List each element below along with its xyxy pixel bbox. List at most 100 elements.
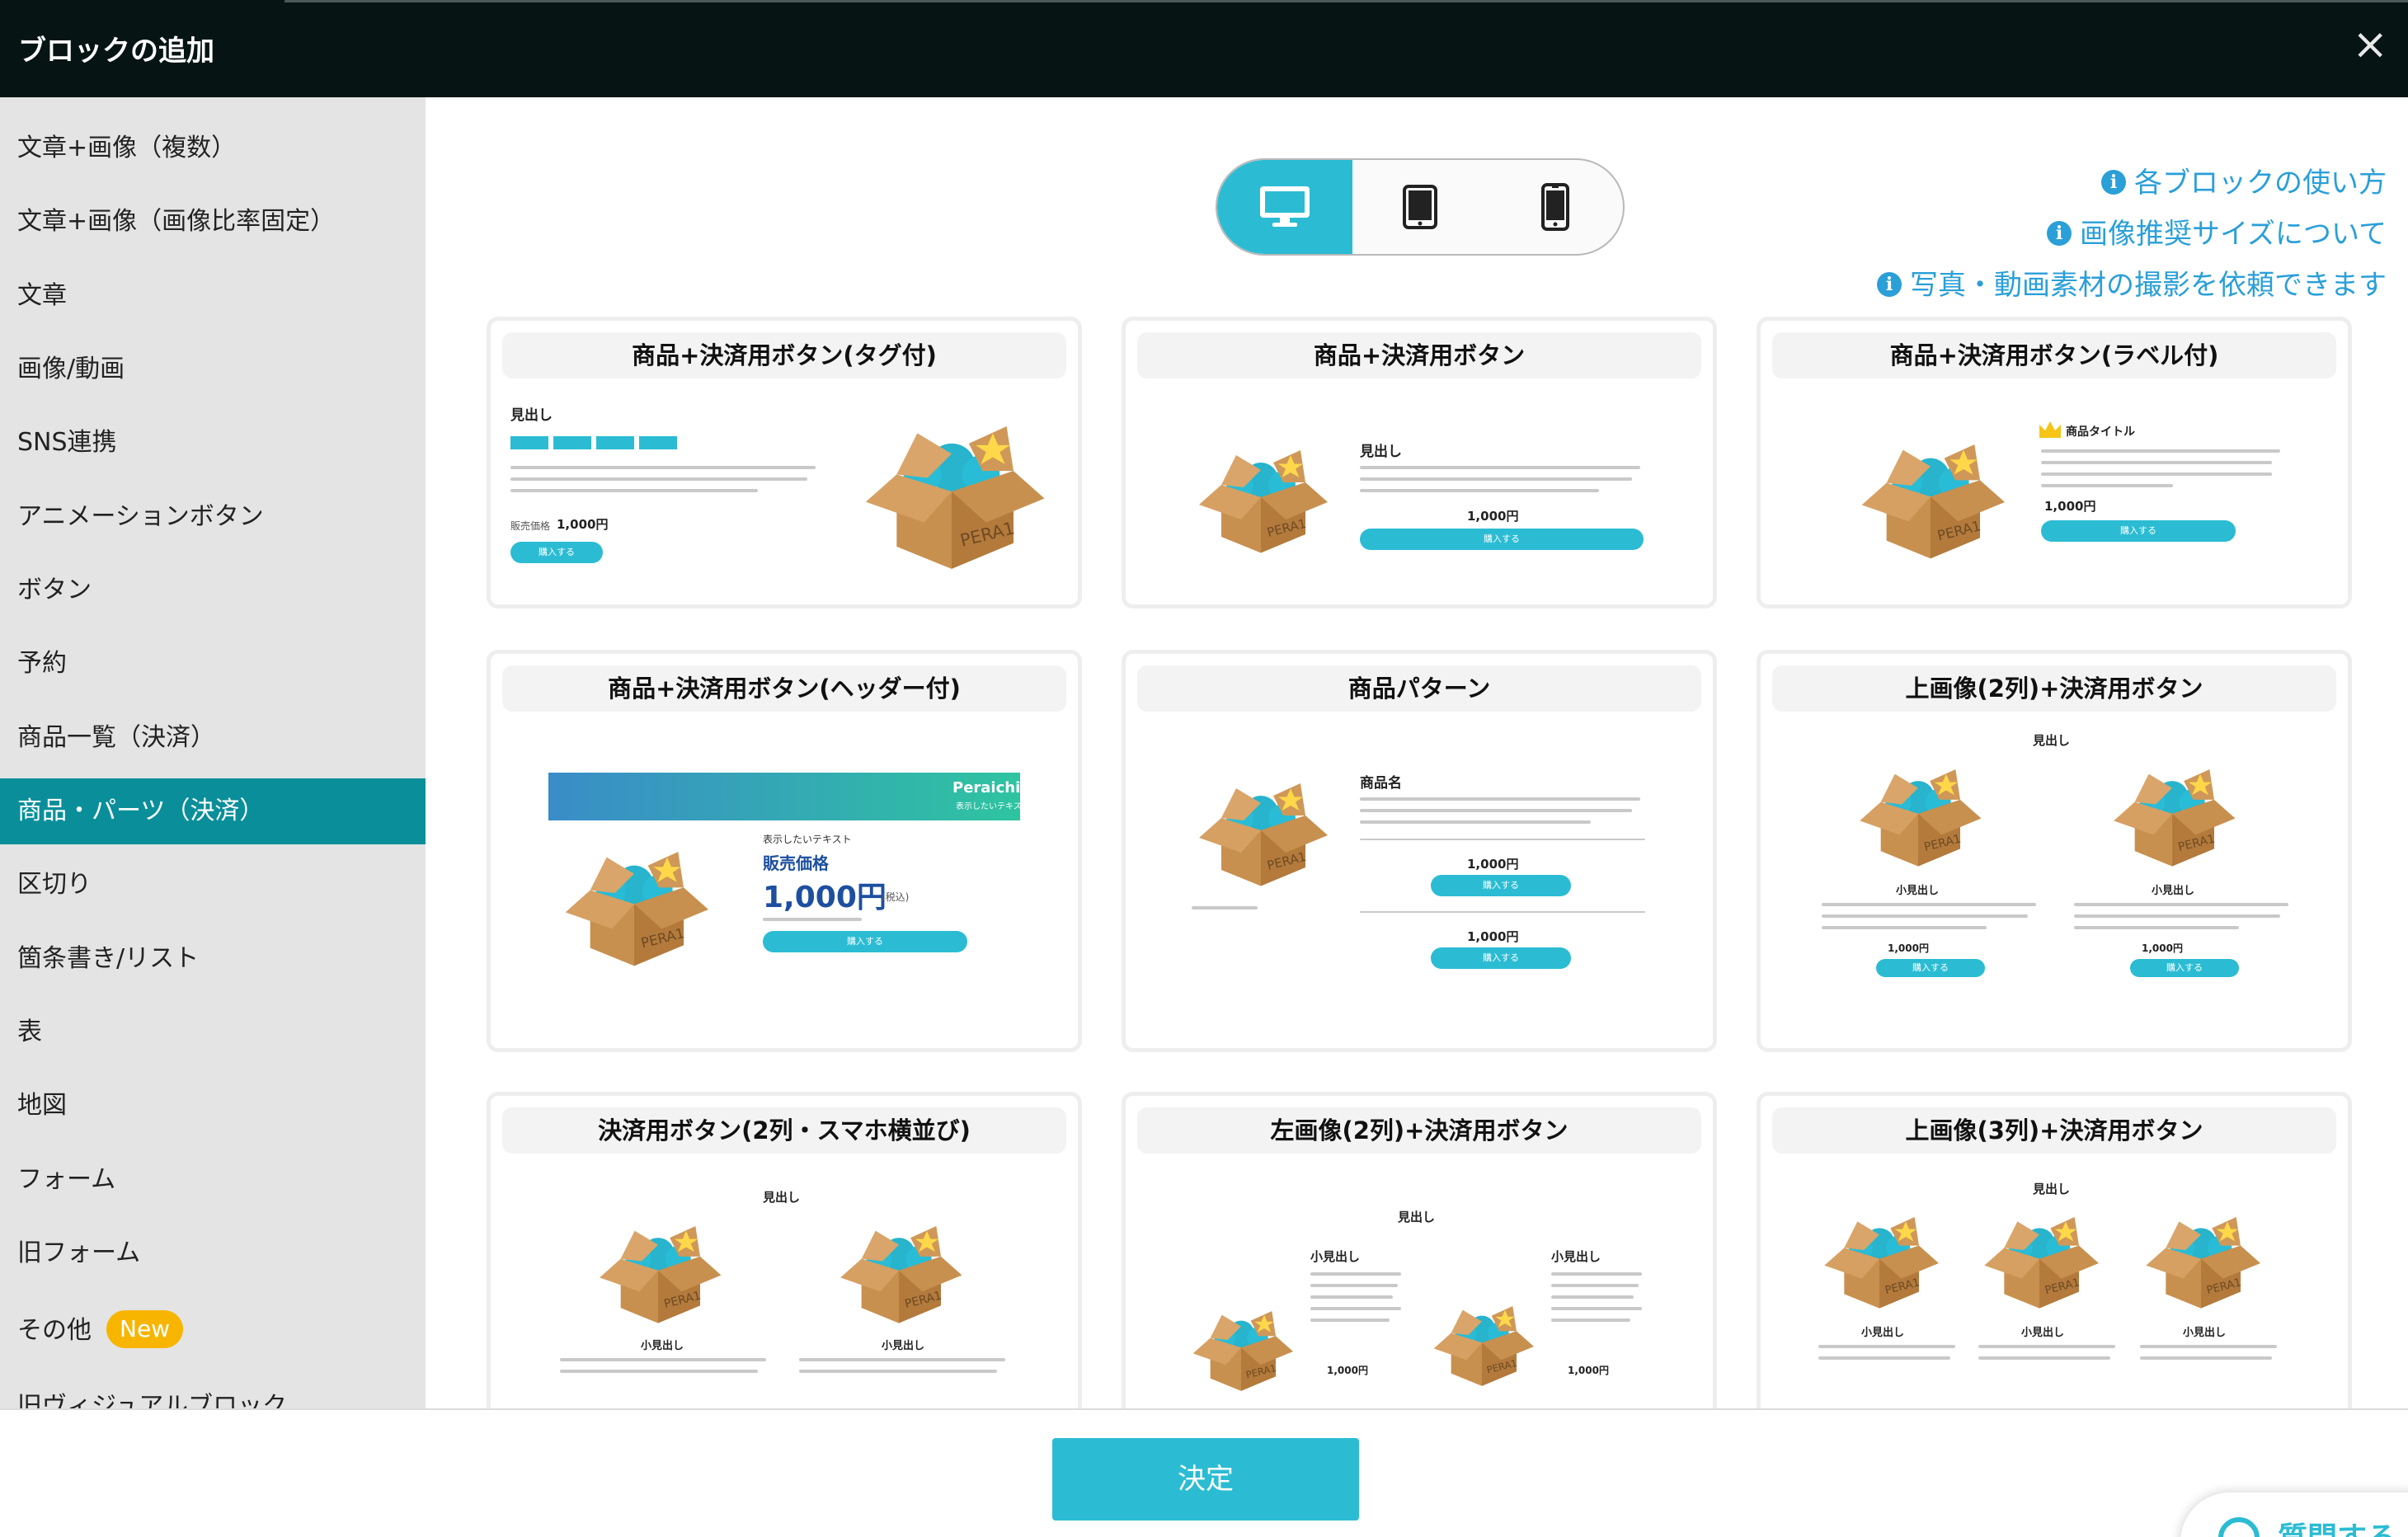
sidebar-item-product-parts[interactable]: 商品・パーツ（決済） — [0, 778, 426, 844]
sidebar-item-old-form[interactable]: 旧フォーム — [0, 1220, 426, 1286]
sidebar-item-label: 商品・パーツ（決済） — [17, 797, 265, 825]
sidebar-item-form[interactable]: フォーム — [0, 1147, 426, 1213]
sidebar-item-table[interactable]: 表 — [0, 999, 426, 1065]
preview-text-line — [1360, 477, 1632, 481]
sidebar-item-other[interactable]: その他 New — [0, 1298, 426, 1364]
sidebar-item-reservation[interactable]: 予約 — [0, 631, 426, 697]
preview-text-line — [1310, 1272, 1401, 1276]
confirm-button[interactable]: 決定 — [1052, 1438, 1359, 1521]
preview-sub-heading: 小見出し — [1310, 1249, 1361, 1264]
block-card-product[interactable]: 商品+決済用ボタン PERA1 見出し 1,000円 購入する — [1122, 317, 1717, 609]
card-title: 上画像(3列)+決済用ボタン — [1772, 1107, 2336, 1154]
preview-tax: (税込) — [882, 891, 910, 903]
preview-heading: 見出し — [2033, 733, 2071, 748]
preview-price: 1,000円 — [1467, 929, 1519, 944]
preview-price: 1,000円 — [1327, 1365, 1368, 1376]
product-box-image: PERA1 — [2146, 1217, 2260, 1309]
preview-product-name: 商品名 — [1360, 775, 1402, 792]
sidebar-item-label: 文章+画像（複数） — [17, 134, 237, 162]
preview-text-line — [1551, 1307, 1642, 1310]
preview-header-banner — [548, 773, 1020, 820]
sidebar-item-label: 予約 — [17, 649, 67, 678]
sidebar-item-label: 箇条書き/リスト — [17, 944, 200, 973]
preview-price: 1,000円 — [1467, 857, 1519, 872]
sidebar-item-old-visual[interactable]: 旧ヴィジュアルブロック — [0, 1374, 426, 1408]
sidebar-item-button[interactable]: ボタン — [0, 557, 426, 623]
product-box-image: PERA1 — [1192, 1311, 1293, 1391]
sidebar-item-divider[interactable]: 区切り — [0, 852, 426, 918]
product-box-image: PERA1 — [565, 852, 708, 966]
block-card-top-image-2col[interactable]: 上画像(2列)+決済用ボタン 見出し PERA1 PERA1 小見出し 小見出し… — [1757, 650, 2352, 1052]
sidebar-item-label: 画像/動画 — [17, 355, 125, 383]
desktop-view-button[interactable] — [1217, 160, 1352, 254]
sidebar-item-text-image-multiple[interactable]: 文章+画像（複数） — [0, 115, 426, 181]
help-link-block-usage[interactable]: i 各ブロックの使い方 — [2101, 160, 2387, 200]
sidebar-item-text-image-fixed-ratio[interactable]: 文章+画像（画像比率固定） — [0, 189, 426, 255]
preview-text-line — [1310, 1295, 1393, 1299]
preview-price: 1,000円 — [2044, 499, 2096, 514]
tablet-view-button[interactable] — [1352, 160, 1488, 254]
block-gallery: i 各ブロックの使い方 i 画像推奨サイズについて i 写真・動画素材の撮影を依頼でき… — [426, 97, 2408, 1408]
desktop-icon — [1260, 186, 1310, 227]
preview-text-line — [1822, 926, 1987, 929]
sidebar-item-label: 商品一覧（決済） — [17, 723, 215, 752]
preview-heading: 見出し — [1398, 1210, 1436, 1224]
info-icon: i — [2101, 169, 2126, 195]
preview-text-line — [560, 1370, 758, 1373]
preview-text-line — [1192, 906, 1258, 910]
sidebar-item-label: 区切り — [17, 870, 92, 899]
sidebar-item-label: SNS連携 — [17, 428, 117, 457]
sidebar-item-product-list[interactable]: 商品一覧（決済） — [0, 705, 426, 771]
device-toggle — [1216, 158, 1625, 256]
preview-text-line — [763, 918, 862, 921]
block-card-product-pattern[interactable]: 商品パターン PERA1 商品名 1,000円 購入する 1,000円 購入する — [1122, 650, 1717, 1052]
card-title: 商品+決済用ボタン(ラベル付) — [1772, 332, 2336, 378]
question-chat-button[interactable]: 質問する — [2180, 1492, 2408, 1537]
preview-buy-button: 購入する — [510, 542, 603, 563]
preview-text-line — [1360, 809, 1632, 812]
sidebar-item-label: 旧フォーム — [17, 1239, 141, 1267]
preview-buy-button: 購入する — [1431, 947, 1571, 969]
new-badge: New — [106, 1309, 184, 1348]
preview-tag — [510, 436, 548, 449]
smartphone-icon — [1541, 183, 1569, 231]
preview-heading: 見出し — [1360, 444, 1402, 460]
block-card-product-header[interactable]: 商品+決済用ボタン(ヘッダー付) Peraichi 表示したいテキスト PERA… — [487, 650, 1082, 1052]
preview-buy-button: 購入する — [2041, 520, 2236, 542]
close-icon[interactable]: × — [2352, 20, 2388, 69]
sidebar-item-image-video[interactable]: 画像/動画 — [0, 336, 426, 402]
preview-price: 1,000円 — [557, 517, 609, 532]
sidebar-item-text[interactable]: 文章 — [0, 263, 426, 329]
preview-text-line — [1551, 1318, 1630, 1322]
preview-heading: 見出し — [510, 407, 553, 424]
block-card-button-2col-sp[interactable]: 決済用ボタン(2列・スマホ横並び) 見出し PERA1 PERA1 小見出し 小… — [487, 1092, 1082, 1408]
card-preview: 見出し 小見出し 小見出し PERA1 PERA1 1,000円 1,000円 — [1137, 1162, 1701, 1408]
help-link-image-size[interactable]: i 画像推奨サイズについて — [2047, 211, 2387, 251]
help-link-photo-request[interactable]: i 写真・動画素材の撮影を依頼できます — [1877, 262, 2387, 303]
smartphone-view-button[interactable] — [1488, 160, 1623, 254]
block-card-product-tag[interactable]: 商品+決済用ボタン(タグ付) 見出し 販売価格 1,000円 購入する PERA… — [487, 317, 1082, 609]
preview-buy-button: 購入する — [1876, 959, 1985, 977]
preview-text-line — [1360, 797, 1640, 801]
sidebar-item-label: ボタン — [17, 576, 92, 604]
sidebar-item-bullet-list[interactable]: 箇条書き/リスト — [0, 926, 426, 992]
preview-text-line — [2041, 484, 2173, 487]
preview-price: 1,000円 — [1888, 942, 1929, 954]
question-icon — [2218, 1517, 2260, 1537]
tablet-icon — [1403, 185, 1437, 229]
block-card-left-image-2col[interactable]: 左画像(2列)+決済用ボタン 見出し 小見出し 小見出し PERA1 PERA1… — [1122, 1092, 1717, 1408]
card-preview: PERA1 商品タイトル 1,000円 購入する — [1772, 387, 2336, 598]
sidebar-item-sns[interactable]: SNS連携 — [0, 410, 426, 476]
block-card-top-image-3col[interactable]: 上画像(3列)+決済用ボタン 見出し PERA1 PERA1 PERA1 小見出… — [1757, 1092, 2352, 1408]
sidebar-item-animation-button[interactable]: アニメーションボタン — [0, 484, 426, 550]
preview-text-line — [799, 1370, 997, 1373]
preview-tag — [639, 436, 677, 449]
preview-buy-button: 購入する — [763, 931, 967, 952]
preview-text-line — [1822, 903, 2036, 906]
block-card-product-label[interactable]: 商品+決済用ボタン(ラベル付) PERA1 商品タイトル 1,000円 購入する — [1757, 317, 2352, 609]
preview-text-line — [1360, 820, 1591, 824]
preview-text-line — [1360, 466, 1640, 469]
sidebar-item-map[interactable]: 地図 — [0, 1073, 426, 1139]
card-title: 上画像(2列)+決済用ボタン — [1772, 665, 2336, 712]
sidebar-item-label: フォーム — [17, 1165, 116, 1194]
